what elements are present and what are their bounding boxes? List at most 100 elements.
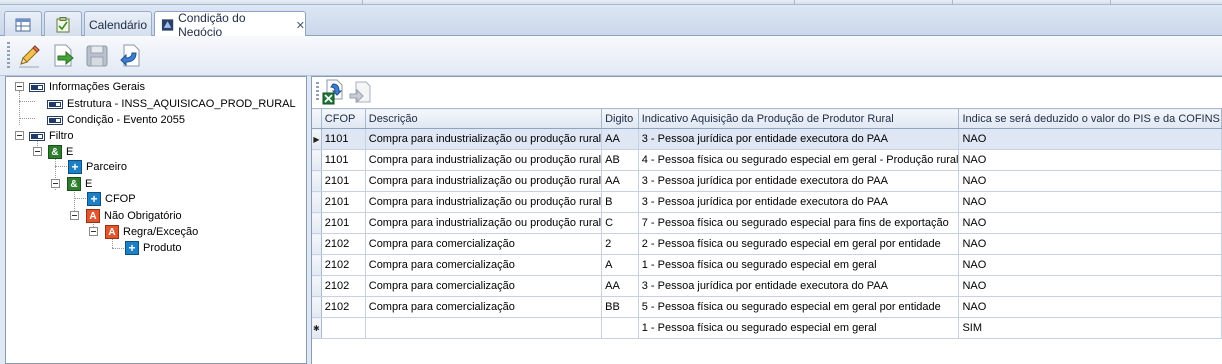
table-row[interactable]: 2101 Compra para industrialização ou pro…: [312, 212, 1222, 234]
cell-cfop[interactable]: 2102: [321, 233, 366, 255]
cell-cfop[interactable]: 1101: [321, 149, 366, 171]
tree-node-estrutura[interactable]: Estrutura - INSS_AQUISICAO_PROD_RURAL: [47, 96, 296, 112]
table-row[interactable]: 1101 Compra para industrialização ou pro…: [312, 149, 1222, 171]
row-indicator[interactable]: [312, 170, 322, 192]
tree-node-nao-obrigatorio[interactable]: A Não Obrigatório: [86, 208, 182, 224]
cell-descricao[interactable]: Compra para comercialização: [365, 254, 603, 276]
import-button[interactable]: [348, 79, 372, 105]
tab-calendario[interactable]: Calendário: [84, 11, 152, 37]
cell-cfop[interactable]: 1101: [321, 128, 366, 150]
table-row[interactable]: ▶ 1101 Compra para industrialização ou p…: [312, 128, 1222, 150]
table-row[interactable]: 2101 Compra para industrialização ou pro…: [312, 191, 1222, 213]
cell-indicativo[interactable]: 1 - Pessoa física ou segurado especial e…: [638, 254, 960, 276]
cell-cfop[interactable]: 2102: [321, 296, 366, 318]
save-button[interactable]: [81, 40, 113, 72]
cell-digito[interactable]: AA: [601, 128, 639, 150]
column-header-deduz-pis-cofins[interactable]: Indica se será deduzido o valor do PIS e…: [958, 108, 1222, 129]
column-header-cfop[interactable]: CFOP: [321, 108, 366, 129]
collapse-toggle[interactable]: [15, 131, 24, 140]
cell-cfop[interactable]: 2101: [321, 170, 366, 192]
collapse-toggle[interactable]: [33, 147, 42, 156]
cell-digito[interactable]: BB: [601, 296, 639, 318]
grid-toolbar-grip[interactable]: [316, 82, 319, 102]
tree-node-informacoes-gerais[interactable]: Informações Gerais: [29, 79, 145, 95]
cell-digito[interactable]: B: [601, 191, 639, 213]
close-tab-icon[interactable]: ✕: [296, 19, 305, 32]
collapse-toggle[interactable]: [51, 179, 60, 188]
row-indicator[interactable]: [312, 191, 322, 213]
row-indicator[interactable]: [312, 275, 322, 297]
tree-node-condicao[interactable]: Condição - Evento 2055: [47, 112, 185, 128]
cell-indicativo[interactable]: 3 - Pessoa jurídica por entidade executo…: [638, 275, 960, 297]
cell-deduz[interactable]: NAO: [958, 212, 1222, 234]
tree-node-and-1[interactable]: & E: [48, 144, 73, 160]
cell-cfop[interactable]: [321, 317, 366, 339]
column-header-digito[interactable]: Digito: [601, 108, 639, 129]
cell-descricao[interactable]: Compra para comercialização: [365, 275, 603, 297]
row-indicator[interactable]: [312, 254, 322, 276]
new-row-indicator[interactable]: ✱: [312, 317, 322, 339]
column-header-indicativo[interactable]: Indicativo Aquisição da Produção de Prod…: [638, 108, 960, 129]
cell-descricao[interactable]: Compra para industrialização ou produção…: [365, 170, 603, 192]
cell-descricao[interactable]: [365, 317, 603, 339]
cell-descricao[interactable]: Compra para industrialização ou produção…: [365, 128, 603, 150]
row-indicator[interactable]: [312, 233, 322, 255]
row-indicator[interactable]: [312, 149, 322, 171]
export-button[interactable]: [47, 40, 79, 72]
cell-indicativo[interactable]: 5 - Pessoa física ou segurado especial e…: [638, 296, 960, 318]
cell-deduz[interactable]: SIM: [958, 317, 1222, 339]
cell-descricao[interactable]: Compra para comercialização: [365, 233, 603, 255]
new-row[interactable]: ✱ 1 - Pessoa física ou segurado especial…: [312, 317, 1222, 339]
cell-deduz[interactable]: NAO: [958, 233, 1222, 255]
cell-deduz[interactable]: NAO: [958, 128, 1222, 150]
cell-descricao[interactable]: Compra para industrialização ou produção…: [365, 212, 603, 234]
edit-button[interactable]: [13, 40, 45, 72]
tab-condicao-negocio[interactable]: Condição do Negócio ✕: [154, 11, 306, 39]
cell-deduz[interactable]: NAO: [958, 296, 1222, 318]
cell-deduz[interactable]: NAO: [958, 149, 1222, 171]
cell-cfop[interactable]: 2102: [321, 254, 366, 276]
cell-digito[interactable]: A: [601, 254, 639, 276]
tab-grid-view[interactable]: [4, 11, 42, 37]
tree-node-produto[interactable]: + Produto: [125, 240, 182, 256]
collapse-toggle[interactable]: [15, 82, 24, 91]
cell-indicativo[interactable]: 2 - Pessoa física ou segurado especial e…: [638, 233, 960, 255]
cell-deduz[interactable]: NAO: [958, 254, 1222, 276]
table-row[interactable]: 2102 Compra para comercialização A 1 - P…: [312, 254, 1222, 276]
current-row-indicator[interactable]: ▶: [312, 128, 322, 150]
cell-indicativo[interactable]: 1 - Pessoa física ou segurado especial e…: [638, 317, 960, 339]
cell-digito[interactable]: 2: [601, 233, 639, 255]
cell-digito[interactable]: C: [601, 212, 639, 234]
tree-node-parceiro[interactable]: + Parceiro: [68, 159, 127, 175]
cell-indicativo[interactable]: 3 - Pessoa jurídica por entidade executo…: [638, 191, 960, 213]
cell-cfop[interactable]: 2101: [321, 212, 366, 234]
toolbar-grip[interactable]: [7, 42, 10, 70]
cell-indicativo[interactable]: 4 - Pessoa física ou segurado especial e…: [638, 149, 960, 171]
table-row[interactable]: 2101 Compra para industrialização ou pro…: [312, 170, 1222, 192]
cell-digito[interactable]: AB: [601, 149, 639, 171]
cell-descricao[interactable]: Compra para comercialização: [365, 296, 603, 318]
cell-digito[interactable]: AA: [601, 275, 639, 297]
cell-cfop[interactable]: 2101: [321, 191, 366, 213]
table-row[interactable]: 2102 Compra para comercialização BB 5 - …: [312, 296, 1222, 318]
tree-node-cfop[interactable]: + CFOP: [87, 191, 136, 207]
cell-deduz[interactable]: NAO: [958, 191, 1222, 213]
undo-button[interactable]: [115, 40, 147, 72]
export-excel-button[interactable]: [322, 79, 346, 105]
table-row[interactable]: 2102 Compra para comercialização 2 2 - P…: [312, 233, 1222, 255]
tree-node-filtro[interactable]: Filtro: [29, 128, 73, 144]
cell-descricao[interactable]: Compra para industrialização ou produção…: [365, 191, 603, 213]
cell-digito[interactable]: [601, 317, 639, 339]
cell-indicativo[interactable]: 3 - Pessoa jurídica por entidade executo…: [638, 128, 960, 150]
row-indicator[interactable]: [312, 296, 322, 318]
cell-cfop[interactable]: 2102: [321, 275, 366, 297]
cell-deduz[interactable]: NAO: [958, 170, 1222, 192]
cell-indicativo[interactable]: 3 - Pessoa jurídica por entidade executo…: [638, 170, 960, 192]
column-header-descricao[interactable]: Descrição: [365, 108, 603, 129]
cell-indicativo[interactable]: 7 - Pessoa física ou segurado especial p…: [638, 212, 960, 234]
cell-digito[interactable]: AA: [601, 170, 639, 192]
tab-checklist[interactable]: [44, 11, 82, 37]
cell-descricao[interactable]: Compra para industrialização ou produção…: [365, 149, 603, 171]
cell-deduz[interactable]: NAO: [958, 275, 1222, 297]
table-row[interactable]: 2102 Compra para comercialização AA 3 - …: [312, 275, 1222, 297]
